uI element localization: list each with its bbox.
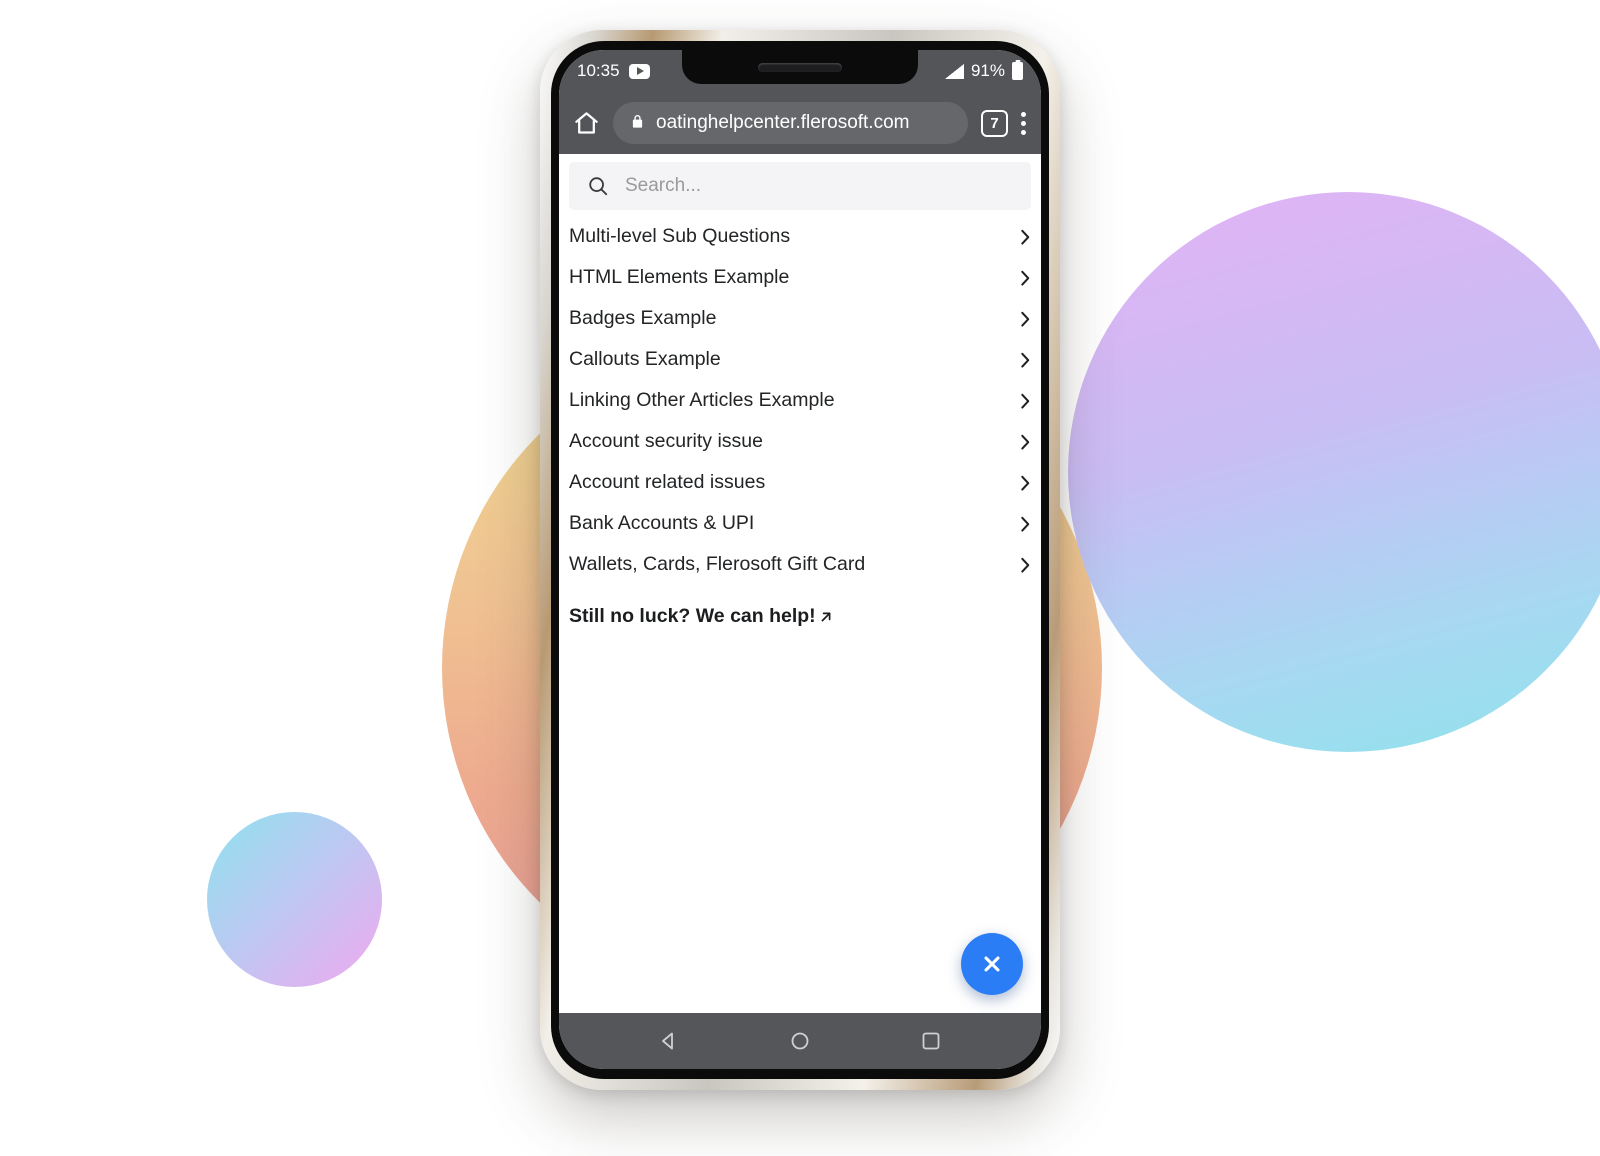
search-icon: [587, 175, 609, 197]
list-item[interactable]: Account security issue: [569, 421, 1031, 462]
battery-percent-label: 91%: [970, 61, 1005, 80]
chevron-right-icon: [1020, 392, 1031, 410]
list-item-label: Multi-level Sub Questions: [569, 225, 791, 247]
chevron-right-icon: [1020, 433, 1031, 451]
list-item[interactable]: Linking Other Articles Example: [569, 380, 1031, 421]
status-bar: 10:35 91%: [559, 50, 1041, 92]
phone-bezel: 10:35 91% oatinghelpcenter.flerosoft.com…: [551, 41, 1049, 1079]
search-input[interactable]: [625, 175, 1013, 197]
battery-icon: [1012, 62, 1023, 80]
decorative-cool-circle: [1068, 192, 1600, 752]
phone-notch: [682, 50, 918, 84]
chevron-right-icon: [1020, 228, 1031, 246]
list-item-label: Wallets, Cards, Flerosoft Gift Card: [569, 553, 866, 575]
list-item-label: Badges Example: [569, 307, 717, 329]
phone-screen: 10:35 91% oatinghelpcenter.flerosoft.com…: [559, 50, 1041, 1069]
search-section: [559, 154, 1041, 216]
close-icon: [984, 956, 1000, 972]
youtube-icon: [628, 63, 650, 79]
list-item-label: Linking Other Articles Example: [569, 389, 835, 411]
status-bar-left: 10:35: [577, 61, 650, 81]
list-item[interactable]: Badges Example: [569, 298, 1031, 339]
list-item[interactable]: Bank Accounts & UPI: [569, 503, 1031, 544]
nav-home-button[interactable]: [787, 1028, 813, 1054]
status-bar-clock: 10:35: [577, 61, 620, 80]
chevron-right-icon: [1020, 310, 1031, 328]
lock-icon: [630, 114, 645, 132]
browser-toolbar: oatinghelpcenter.flerosoft.com 7: [559, 92, 1041, 154]
list-item[interactable]: Multi-level Sub Questions: [569, 216, 1031, 257]
chevron-right-icon: [1020, 269, 1031, 287]
earpiece-speaker-icon: [758, 63, 842, 72]
android-nav-bar: [559, 1013, 1041, 1069]
nav-recents-button[interactable]: [918, 1028, 944, 1054]
list-item[interactable]: HTML Elements Example: [569, 257, 1031, 298]
status-bar-right: 91%: [944, 61, 1023, 81]
still-no-luck-label: Still no luck? We can help!: [569, 605, 816, 627]
chevron-right-icon: [1020, 351, 1031, 369]
nav-back-button[interactable]: [656, 1028, 682, 1054]
list-item-label: Account security issue: [569, 430, 764, 452]
list-item-label: Account related issues: [569, 471, 766, 493]
tab-count-label: 7: [990, 114, 999, 132]
list-item[interactable]: Wallets, Cards, Flerosoft Gift Card: [569, 544, 1031, 585]
tab-count-button[interactable]: 7: [981, 109, 1008, 137]
search-field[interactable]: [569, 162, 1031, 210]
address-bar-url: oatinghelpcenter.flerosoft.com: [656, 112, 910, 133]
list-item-label: Bank Accounts & UPI: [569, 512, 755, 534]
signal-icon: [944, 63, 964, 79]
chevron-right-icon: [1020, 515, 1031, 533]
help-topic-list: Multi-level Sub Questions HTML Elements …: [559, 216, 1041, 585]
close-chat-button[interactable]: [961, 933, 1023, 995]
list-item-label: Callouts Example: [569, 348, 721, 370]
arrow-up-right-icon: [819, 610, 833, 624]
list-item[interactable]: Callouts Example: [569, 339, 1031, 380]
still-no-luck-link[interactable]: Still no luck? We can help!: [559, 585, 1041, 628]
address-bar[interactable]: oatinghelpcenter.flerosoft.com: [613, 102, 968, 144]
help-center-page: Multi-level Sub Questions HTML Elements …: [559, 154, 1041, 1013]
decorative-small-circle: [207, 812, 382, 987]
chevron-right-icon: [1020, 474, 1031, 492]
overflow-menu-icon[interactable]: [1021, 111, 1027, 135]
phone-mockup: 10:35 91% oatinghelpcenter.flerosoft.com…: [540, 30, 1060, 1090]
list-item[interactable]: Account related issues: [569, 462, 1031, 503]
home-icon[interactable]: [573, 110, 600, 137]
chevron-right-icon: [1020, 556, 1031, 574]
list-item-label: HTML Elements Example: [569, 266, 790, 288]
